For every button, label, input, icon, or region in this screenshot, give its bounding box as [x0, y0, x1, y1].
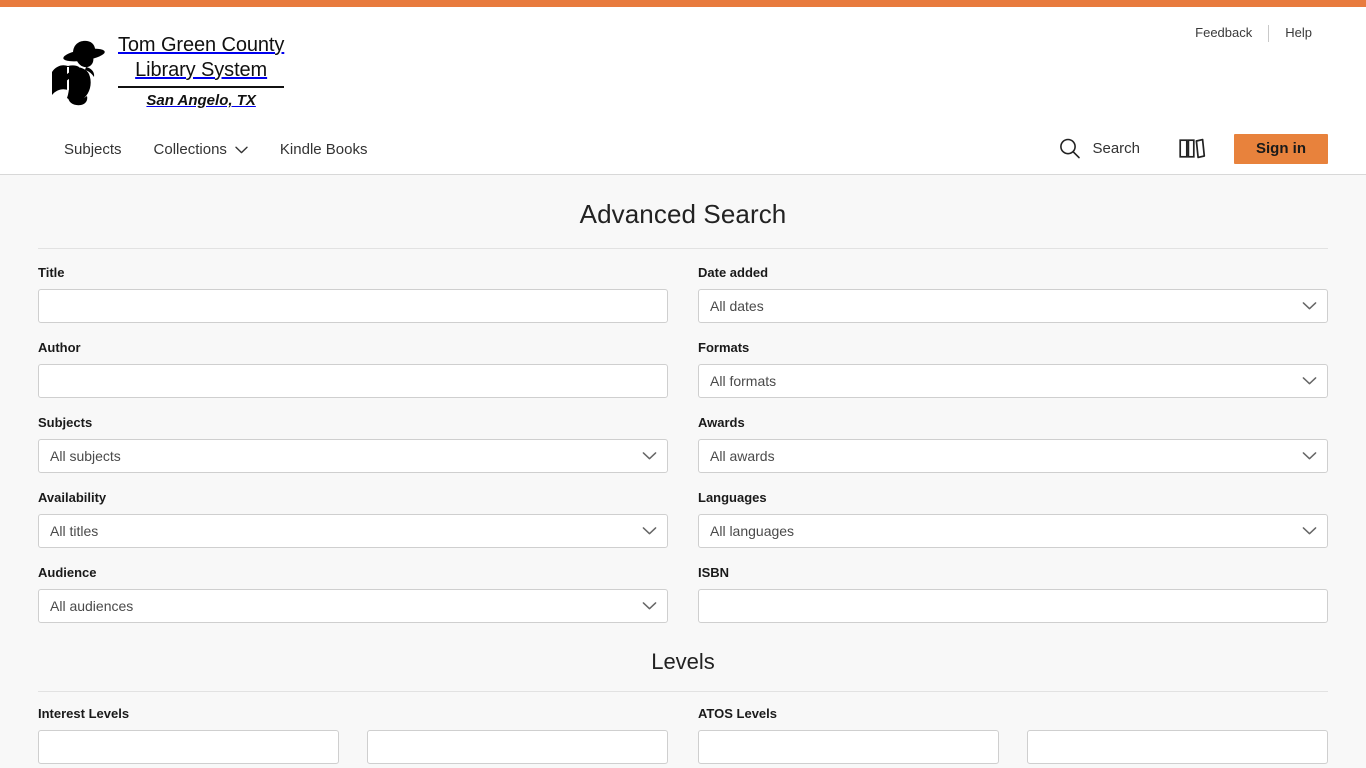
- field-availability: Availability All titles: [38, 490, 668, 548]
- top-accent-bar: [0, 0, 1366, 7]
- advanced-search-page: Advanced Search Title Author Subjects Al…: [0, 175, 1366, 764]
- field-formats-label: Formats: [698, 340, 750, 355]
- subjects-select-wrapper: All subjects: [38, 439, 668, 473]
- logo-divider-rule: [118, 86, 285, 88]
- field-author: Author: [38, 340, 668, 398]
- page-title: Advanced Search: [579, 199, 787, 229]
- isbn-input[interactable]: [698, 589, 1328, 623]
- levels-section-title: Levels: [651, 649, 715, 674]
- languages-select-wrapper: All languages: [698, 514, 1328, 548]
- formats-select[interactable]: All formats: [698, 364, 1328, 398]
- audience-select-wrapper: All audiences: [38, 589, 668, 623]
- field-audience: Audience All audiences: [38, 565, 668, 623]
- help-link[interactable]: Help: [1269, 24, 1328, 42]
- languages-select[interactable]: All languages: [698, 514, 1328, 548]
- nav-item-subjects-label: Subjects: [64, 141, 122, 158]
- field-author-label: Author: [38, 340, 81, 355]
- search-button[interactable]: Search: [1048, 131, 1150, 166]
- main-nav: Subjects Collections Kindle Books: [48, 135, 383, 164]
- field-title: Title: [38, 265, 668, 323]
- bookshelf-icon: [1179, 138, 1206, 159]
- atos-levels-label: ATOS Levels: [698, 706, 777, 721]
- site-header: Feedback Help Tom Green County Library S…: [0, 7, 1366, 175]
- atos-levels-group: ATOS Levels: [698, 706, 1328, 764]
- cowboy-reading-book-icon: [52, 40, 105, 105]
- atos-level-to-input[interactable]: [1027, 730, 1328, 764]
- search-button-label: Search: [1092, 140, 1140, 157]
- interest-levels-inputs: [38, 730, 668, 764]
- field-awards: Awards All awards: [698, 415, 1328, 473]
- logo-line-2: Library System: [135, 59, 268, 81]
- field-languages: Languages All languages: [698, 490, 1328, 548]
- interest-levels-group: Interest Levels: [38, 706, 668, 764]
- feedback-link[interactable]: Feedback: [1179, 24, 1268, 42]
- nav-item-kindle-books[interactable]: Kindle Books: [264, 135, 384, 164]
- field-date-added: Date added All dates: [698, 265, 1328, 323]
- utility-nav: Feedback Help: [1179, 24, 1328, 42]
- field-isbn: ISBN: [698, 565, 1328, 623]
- atos-level-from-input[interactable]: [698, 730, 999, 764]
- my-shelf-button[interactable]: [1164, 131, 1220, 166]
- title-input[interactable]: [38, 289, 668, 323]
- interest-level-to-input[interactable]: [367, 730, 668, 764]
- field-subjects: Subjects All subjects: [38, 415, 668, 473]
- field-subjects-label: Subjects: [38, 415, 93, 430]
- awards-select[interactable]: All awards: [698, 439, 1328, 473]
- audience-select[interactable]: All audiences: [38, 589, 668, 623]
- logo-line-1: Tom Green County: [118, 34, 285, 56]
- levels-form: Interest Levels ATOS Levels: [38, 692, 1328, 764]
- site-logo[interactable]: Tom Green County Library System San Ange…: [48, 33, 284, 110]
- chevron-down-icon: [235, 146, 248, 153]
- interest-levels-label: Interest Levels: [38, 706, 130, 721]
- atos-levels-inputs: [698, 730, 1328, 764]
- field-languages-label: Languages: [698, 490, 767, 505]
- nav-item-collections[interactable]: Collections: [138, 135, 264, 164]
- form-column-right: Date added All dates Formats All formats: [698, 265, 1328, 640]
- header-actions: Search Sign in: [1048, 131, 1328, 166]
- interest-level-from-input[interactable]: [38, 730, 339, 764]
- field-title-label: Title: [38, 265, 65, 280]
- advanced-search-form: Title Author Subjects All subjects Avail…: [38, 249, 1328, 640]
- search-icon: [1060, 138, 1081, 159]
- field-availability-label: Availability: [38, 490, 107, 505]
- field-awards-label: Awards: [698, 415, 745, 430]
- awards-select-wrapper: All awards: [698, 439, 1328, 473]
- field-isbn-label: ISBN: [698, 565, 730, 580]
- form-column-left: Title Author Subjects All subjects Avail…: [38, 265, 668, 640]
- field-formats: Formats All formats: [698, 340, 1328, 398]
- author-input[interactable]: [38, 364, 668, 398]
- logo-wordmark: Tom Green County Library System San Ange…: [118, 33, 284, 110]
- nav-item-kindle-books-label: Kindle Books: [279, 141, 368, 158]
- formats-select-wrapper: All formats: [698, 364, 1328, 398]
- sign-in-button[interactable]: Sign in: [1234, 133, 1328, 164]
- field-date-added-label: Date added: [698, 265, 769, 280]
- field-audience-label: Audience: [38, 565, 97, 580]
- content-wrapper: Title Author Subjects All subjects Avail…: [0, 248, 1366, 764]
- availability-select[interactable]: All titles: [38, 514, 668, 548]
- date-added-select[interactable]: All dates: [698, 289, 1328, 323]
- nav-item-subjects[interactable]: Subjects: [48, 135, 138, 164]
- availability-select-wrapper: All titles: [38, 514, 668, 548]
- date-added-select-wrapper: All dates: [698, 289, 1328, 323]
- subjects-select[interactable]: All subjects: [38, 439, 668, 473]
- logo-line-3: San Angelo, TX: [146, 92, 256, 109]
- nav-item-collections-label: Collections: [153, 141, 227, 158]
